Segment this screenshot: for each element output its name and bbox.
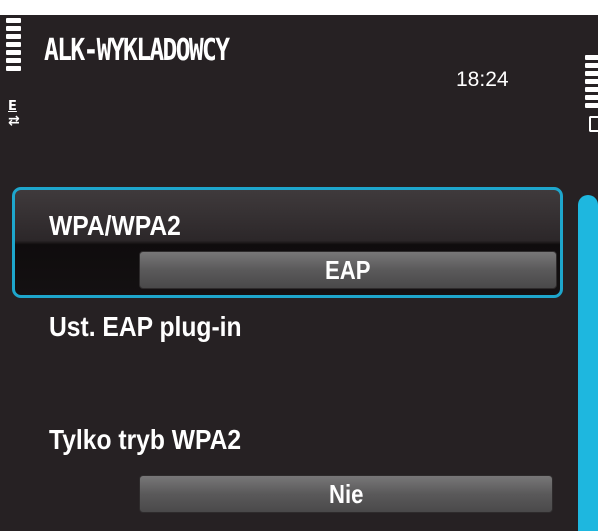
battery-icon <box>589 116 598 132</box>
setting-label-wpa2-only: Tylko tryb WPA2 <box>49 424 242 455</box>
wpa-mode-value-field[interactable]: EAP <box>139 251 557 289</box>
wpa2-only-value: Nie <box>328 479 364 509</box>
status-clock: 18:24 <box>456 68 509 91</box>
phone-screen: E ⇄ ALK-WYKLADOWCY 18:24 WPA/WPA2 EAP Us… <box>0 15 598 531</box>
network-e-icon: E ⇄ <box>8 100 24 140</box>
wpa-mode-value: EAP <box>325 255 371 285</box>
battery-level-icon <box>585 55 598 111</box>
setting-eap-plugin[interactable]: Ust. EAP plug-in <box>12 307 563 387</box>
data-transfer-arrows-icon: ⇄ <box>8 113 20 129</box>
setting-wpa2-only[interactable]: Tylko tryb WPA2 Nie <box>12 420 563 531</box>
scrollbar[interactable] <box>578 195 598 531</box>
setting-label-wpa-mode: WPA/WPA2 <box>49 210 181 241</box>
setting-wpa-mode[interactable]: WPA/WPA2 EAP <box>12 187 563 298</box>
wpa2-only-value-field[interactable]: Nie <box>139 475 553 513</box>
network-mode-letter: E <box>8 99 17 114</box>
page-title: ALK-WYKLADOWCY <box>44 33 230 68</box>
signal-strength-icon <box>6 18 22 74</box>
setting-label-eap-plugin: Ust. EAP plug-in <box>49 311 242 342</box>
